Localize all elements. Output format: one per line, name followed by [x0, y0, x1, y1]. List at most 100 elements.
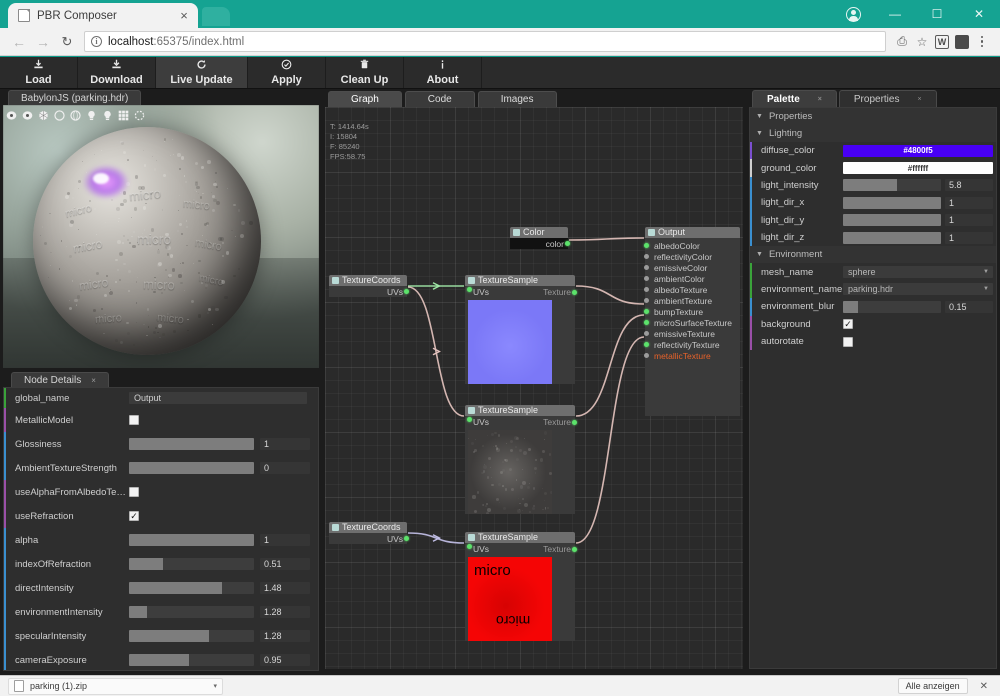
slider-light_dir_y[interactable]	[843, 214, 941, 227]
node-detail-slider-indexOfRefraction[interactable]	[129, 558, 254, 570]
book-extension-icon[interactable]	[952, 32, 972, 52]
cam-arc-icon[interactable]	[21, 109, 34, 122]
close-icon[interactable]: ×	[176, 9, 192, 22]
port-dot-in[interactable]	[643, 298, 649, 303]
sphere-icon[interactable]	[53, 109, 66, 122]
texturesample-node-1[interactable]: TextureSample UVs Texture	[465, 275, 577, 387]
texturesample-node-3[interactable]: TextureSample UVs Texture micro micro	[465, 532, 577, 644]
chevron-down-icon[interactable]: ▼	[756, 113, 763, 120]
node-title[interactable]: Output	[645, 227, 740, 238]
node-collapse-icon[interactable]	[468, 407, 475, 414]
light2-icon[interactable]	[101, 109, 114, 122]
chevron-down-icon[interactable]: ▼	[983, 269, 989, 275]
download-item[interactable]: parking (1).zip ▾	[8, 677, 223, 695]
toolbar-button-live-update[interactable]: Live Update	[156, 57, 248, 88]
checkbox-background[interactable]: ✓	[843, 319, 853, 330]
node-title[interactable]: TextureSample	[465, 275, 575, 286]
port-dot-in[interactable]	[643, 265, 649, 270]
grid-icon[interactable]	[117, 109, 130, 122]
tab-babylonjs[interactable]: BabylonJS (parking.hdr)	[8, 90, 142, 105]
chevron-down-icon[interactable]: ▼	[756, 130, 763, 137]
site-info-icon[interactable]: i	[91, 36, 102, 47]
back-button[interactable]: ←	[8, 31, 30, 53]
node-detail-checkbox-useRefraction[interactable]: ✓	[129, 511, 139, 521]
node-collapse-icon[interactable]	[468, 534, 475, 541]
color-swatch-ground_color[interactable]: #ffffff	[843, 162, 993, 175]
node-detail-value-specularIntensity[interactable]: 1.28	[260, 630, 310, 642]
node-title[interactable]: TextureSample	[465, 532, 575, 543]
toolbar-button-apply[interactable]: Apply	[248, 57, 326, 88]
slider-light_dir_z[interactable]	[843, 231, 941, 244]
star-icon[interactable]: ☆	[912, 32, 932, 52]
port-dot-out[interactable]	[572, 546, 577, 552]
slider-light_dir_x[interactable]	[843, 196, 941, 209]
reload-button[interactable]: ↻	[56, 31, 78, 53]
light-icon[interactable]	[85, 109, 98, 122]
node-collapse-icon[interactable]	[648, 229, 655, 236]
node-texture-preview[interactable]: micro micro	[468, 557, 572, 641]
port-dot-in[interactable]	[643, 331, 649, 336]
port-dot-in[interactable]	[643, 353, 649, 358]
menu-kebab-icon[interactable]	[972, 32, 992, 52]
close-icon[interactable]: ×	[818, 91, 822, 108]
port-dot-in[interactable]	[643, 287, 649, 292]
w-extension-icon[interactable]: W	[932, 32, 952, 52]
toolbar-button-download[interactable]: Download	[78, 57, 156, 88]
port-dot-in[interactable]	[466, 416, 472, 422]
address-bar[interactable]: i localhost :65375/index.html	[84, 31, 886, 52]
sphere2-icon[interactable]	[69, 109, 82, 122]
port-dot-out[interactable]	[572, 289, 577, 295]
node-detail-slider-AmbientTextureStrength[interactable]	[129, 462, 254, 474]
node-title[interactable]: Color	[510, 227, 568, 238]
node-detail-checkbox-MetallicModel[interactable]	[129, 415, 139, 425]
maximize-button[interactable]: ☐	[916, 0, 958, 28]
node-title[interactable]: TextureCoords	[329, 522, 407, 533]
port-dot-out[interactable]	[565, 241, 570, 246]
port-dot-in[interactable]	[643, 276, 649, 281]
tab-palette[interactable]: Palette ×	[752, 90, 837, 107]
node-collapse-icon[interactable]	[332, 277, 339, 284]
toolbar-button-about[interactable]: About	[404, 57, 482, 88]
color-node[interactable]: Color color	[510, 227, 570, 249]
node-detail-value-Glossiness[interactable]: 1	[260, 438, 310, 450]
tab-code[interactable]: Code	[404, 91, 475, 107]
node-detail-slider-alpha[interactable]	[129, 534, 254, 546]
node-collapse-icon[interactable]	[468, 277, 475, 284]
close-icon[interactable]: ×	[917, 91, 921, 108]
node-detail-value-alpha[interactable]: 1	[260, 534, 310, 546]
node-detail-checkbox-useAlphaFromAlbedoTexture[interactable]	[129, 487, 139, 497]
port-dot-in[interactable]	[643, 243, 649, 248]
cast-icon[interactable]: ⎙	[892, 32, 912, 52]
tab-graph[interactable]: Graph	[328, 91, 402, 107]
tab-node-details[interactable]: Node Details ×	[11, 372, 109, 387]
select-mesh_name[interactable]: sphere ▼	[843, 266, 993, 279]
slider-value-light_intensity[interactable]: 5.8	[945, 179, 993, 192]
slider-value-light_dir_y[interactable]: 1	[945, 214, 993, 227]
node-texture-preview[interactable]	[468, 430, 572, 514]
output-node[interactable]: Output albedoColor reflectivityColor emissi…	[643, 227, 740, 416]
new-tab-button[interactable]	[202, 7, 230, 26]
tab-properties[interactable]: Properties ×	[838, 90, 937, 108]
toolbar-button-load[interactable]: Load	[0, 57, 78, 88]
slider-value-light_dir_z[interactable]: 1	[945, 231, 993, 244]
tab-images[interactable]: Images	[477, 91, 557, 107]
slider-environment_blur[interactable]	[843, 300, 941, 313]
slider-value-light_dir_x[interactable]: 1	[945, 196, 993, 209]
group-header-properties[interactable]: ▼ Properties	[750, 108, 996, 125]
chevron-down-icon[interactable]: ▾	[213, 682, 217, 690]
port-dot-in[interactable]	[643, 309, 649, 314]
node-detail-value-AmbientTextureStrength[interactable]: 0	[260, 462, 310, 474]
port-dot-out[interactable]	[404, 536, 409, 541]
texturecoords-node-2[interactable]: TextureCoords UVs	[329, 522, 409, 544]
node-collapse-icon[interactable]	[332, 524, 339, 531]
texturesample-node-2[interactable]: TextureSample UVs Texture	[465, 405, 577, 517]
port-dot-in[interactable]	[643, 320, 649, 325]
port-dot-in[interactable]	[466, 543, 472, 549]
browser-tab[interactable]: PBR Composer ×	[8, 3, 198, 28]
slider-light_intensity[interactable]	[843, 179, 941, 192]
chevron-down-icon[interactable]: ▼	[756, 251, 763, 258]
node-detail-value-directIntensity[interactable]: 1.48	[260, 582, 310, 594]
node-detail-value-indexOfRefraction[interactable]: 0.51	[260, 558, 310, 570]
port-dot-out[interactable]	[572, 419, 577, 425]
chevron-down-icon[interactable]: ▼	[983, 286, 989, 292]
